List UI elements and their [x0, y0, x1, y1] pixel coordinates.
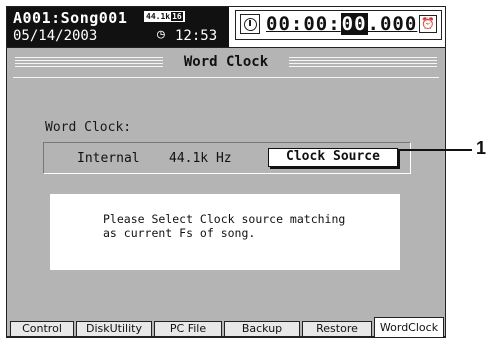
- page-title-bar: Word Clock: [7, 49, 445, 77]
- title-divider: [13, 77, 439, 78]
- message-line-2: as current Fs of song.: [103, 226, 256, 240]
- callout-number: 1: [476, 138, 487, 158]
- title-decoration-right: [289, 57, 437, 69]
- callout-line: [398, 149, 472, 151]
- tab-pc-file[interactable]: PC File: [154, 321, 222, 337]
- tab-diskutility[interactable]: DiskUtility: [76, 321, 152, 337]
- tab-restore[interactable]: Restore: [302, 321, 372, 337]
- song-date: 05/14/2003: [13, 28, 98, 44]
- clock-source-button[interactable]: Clock Source: [268, 148, 398, 167]
- counter-selected-field[interactable]: 00: [340, 13, 368, 35]
- tab-control[interactable]: Control: [10, 321, 74, 337]
- tab-bar: Control DiskUtility PC File Backup Resto…: [7, 315, 445, 337]
- song-info: A001:Song001 44.1k 16 05/14/2003 ◷ 12:53: [7, 7, 229, 47]
- tab-wordclock[interactable]: WordClock: [374, 317, 444, 337]
- counter-ms: .000: [367, 13, 418, 35]
- clock-source-value: Internal: [77, 151, 140, 166]
- clock-icon: ◷: [157, 27, 165, 42]
- counter-hhmm: 00:00:: [266, 13, 341, 35]
- counter-readout: 00:00:00.000: [266, 13, 417, 35]
- word-clock-label: Word Clock:: [45, 120, 132, 135]
- alarm-clock-icon[interactable]: ⏰: [419, 15, 437, 33]
- tab-backup[interactable]: Backup: [224, 321, 300, 337]
- sample-rate-value: 44.1k: [146, 12, 171, 21]
- sample-rate-badge: 44.1k 16: [144, 11, 185, 22]
- song-name: A001:Song001: [13, 9, 128, 27]
- clock-time: 12:53: [175, 28, 218, 44]
- lcd-screen: A001:Song001 44.1k 16 05/14/2003 ◷ 12:53 …: [6, 6, 446, 338]
- time-counter[interactable]: 00:00:00.000 ⏰: [235, 10, 442, 40]
- sample-rate-value: 44.1k Hz: [169, 151, 232, 166]
- stopwatch-icon[interactable]: [240, 14, 260, 34]
- bit-depth-value: 16: [171, 12, 183, 21]
- header-bar: A001:Song001 44.1k 16 05/14/2003 ◷ 12:53 …: [7, 7, 445, 48]
- message-line-1: Please Select Clock source matching: [103, 212, 346, 226]
